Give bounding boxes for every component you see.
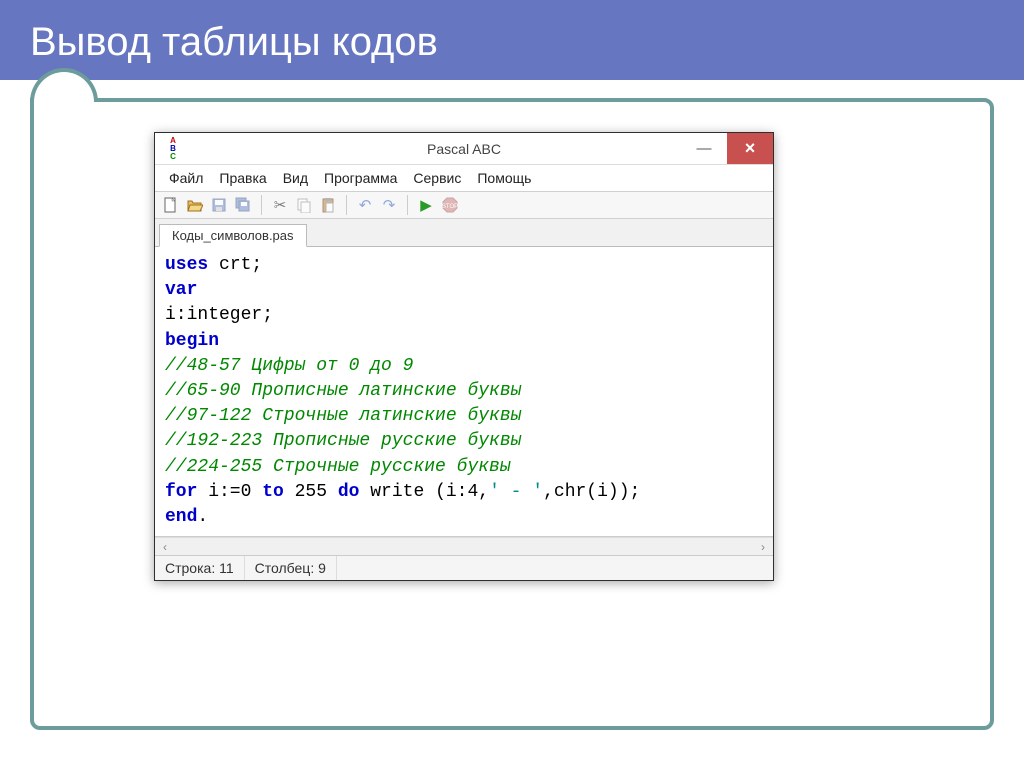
svg-text:STOP: STOP: [442, 204, 458, 210]
cut-icon[interactable]: ✂: [270, 195, 290, 215]
save-icon[interactable]: [209, 195, 229, 215]
undo-icon[interactable]: ↶: [355, 195, 375, 215]
menu-service[interactable]: Сервис: [405, 167, 469, 189]
close-button[interactable]: ×: [727, 133, 773, 164]
slide-body: ABC Pascal ABC — × Файл Правка Вид Прогр…: [0, 80, 1024, 760]
status-line: Строка: 11: [155, 556, 245, 580]
statusbar: Строка: 11 Столбец: 9: [155, 555, 773, 580]
code-area[interactable]: uses crt; var i:integer; begin //48-57 Ц…: [155, 247, 773, 537]
menu-help[interactable]: Помощь: [469, 167, 539, 189]
open-file-icon[interactable]: [185, 195, 205, 215]
save-all-icon[interactable]: [233, 195, 253, 215]
run-icon[interactable]: ▶: [416, 195, 436, 215]
menu-view[interactable]: Вид: [275, 167, 316, 189]
scroll-right-icon[interactable]: ›: [755, 540, 771, 554]
menu-edit[interactable]: Правка: [211, 167, 274, 189]
copy-icon[interactable]: [294, 195, 314, 215]
app-icon: ABC: [163, 139, 183, 159]
titlebar: ABC Pascal ABC — ×: [155, 133, 773, 165]
menu-file[interactable]: Файл: [161, 167, 211, 189]
scroll-left-icon[interactable]: ‹: [157, 540, 173, 554]
slide-title: Вывод таблицы кодов: [0, 0, 1024, 80]
file-tabstrip: Коды_символов.pas: [155, 219, 773, 247]
menu-program[interactable]: Программа: [316, 167, 405, 189]
stop-icon[interactable]: STOP: [440, 195, 460, 215]
redo-icon[interactable]: ↷: [379, 195, 399, 215]
content-frame: ABC Pascal ABC — × Файл Правка Вид Прогр…: [30, 98, 994, 730]
paste-icon[interactable]: [318, 195, 338, 215]
status-col: Столбец: 9: [245, 556, 337, 580]
horizontal-scrollbar[interactable]: ‹ ›: [155, 537, 773, 555]
pascal-abc-window: ABC Pascal ABC — × Файл Правка Вид Прогр…: [154, 132, 774, 581]
new-file-icon[interactable]: [161, 195, 181, 215]
minimize-button[interactable]: —: [681, 133, 727, 164]
file-tab[interactable]: Коды_символов.pas: [159, 224, 307, 247]
toolbar: ✂ ↶ ↷ ▶ STOP: [155, 192, 773, 219]
code-editor[interactable]: uses crt; var i:integer; begin //48-57 Ц…: [155, 247, 773, 555]
menubar: Файл Правка Вид Программа Сервис Помощь: [155, 165, 773, 192]
